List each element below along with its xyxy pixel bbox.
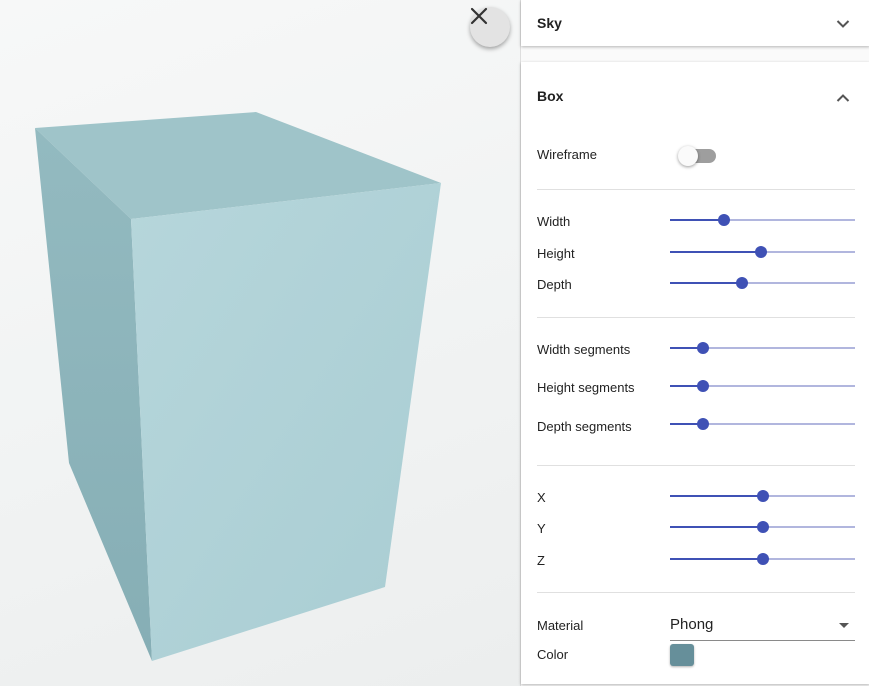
width-segments-label: Width segments — [537, 342, 631, 357]
wireframe-label: Wireframe — [537, 147, 597, 162]
depth-segments-slider[interactable] — [670, 417, 855, 431]
width-segments-slider[interactable] — [670, 341, 855, 355]
wireframe-toggle-knob — [678, 146, 698, 166]
divider — [537, 592, 855, 593]
width-slider[interactable] — [670, 213, 855, 227]
z-label: Z — [537, 553, 545, 568]
slider-thumb[interactable] — [697, 342, 710, 354]
depth-label: Depth — [537, 277, 572, 292]
material-select-value: Phong — [670, 616, 714, 633]
slider-thumb[interactable] — [756, 490, 769, 502]
divider — [537, 317, 855, 318]
close-button[interactable] — [470, 7, 510, 47]
y-label: Y — [537, 521, 546, 536]
box-scene — [35, 112, 441, 661]
3d-viewport[interactable] — [0, 0, 520, 686]
sky-expand-toggle[interactable] — [836, 16, 850, 34]
z-slider[interactable] — [670, 552, 855, 566]
slider-thumb[interactable] — [697, 418, 710, 430]
slider-thumb[interactable] — [756, 521, 769, 533]
settings-panel: Sky Box Wireframe Width Height Depth Wid… — [520, 0, 869, 686]
slider-thumb[interactable] — [754, 246, 767, 258]
box-section-title: Box — [537, 88, 564, 104]
slider-thumb[interactable] — [717, 214, 730, 226]
dropdown-arrow-icon — [839, 623, 849, 628]
box-front-face — [131, 183, 441, 661]
close-icon — [470, 7, 488, 25]
chevron-down-icon — [836, 20, 850, 28]
color-label: Color — [537, 647, 569, 662]
slider-thumb[interactable] — [756, 553, 769, 565]
height-slider[interactable] — [670, 245, 855, 259]
sky-section-title: Sky — [537, 15, 562, 31]
wireframe-toggle[interactable] — [678, 146, 718, 166]
box-collapse-toggle[interactable] — [836, 90, 850, 108]
divider — [537, 465, 855, 466]
x-label: X — [537, 490, 546, 505]
material-label: Material — [537, 618, 584, 633]
slider-thumb[interactable] — [697, 380, 710, 392]
height-segments-label: Height segments — [537, 380, 635, 395]
width-label: Width — [537, 214, 571, 229]
color-swatch[interactable] — [670, 644, 694, 666]
height-label: Height — [537, 246, 575, 261]
slider-thumb[interactable] — [736, 277, 749, 289]
sky-section: Sky — [521, 0, 869, 46]
y-slider[interactable] — [670, 520, 855, 534]
divider — [537, 189, 855, 190]
height-segments-slider[interactable] — [670, 379, 855, 393]
depth-slider[interactable] — [670, 276, 855, 290]
material-select[interactable]: Phong — [670, 612, 855, 641]
chevron-up-icon — [836, 94, 850, 102]
x-slider[interactable] — [670, 489, 855, 503]
depth-segments-label: Depth segments — [537, 419, 632, 434]
